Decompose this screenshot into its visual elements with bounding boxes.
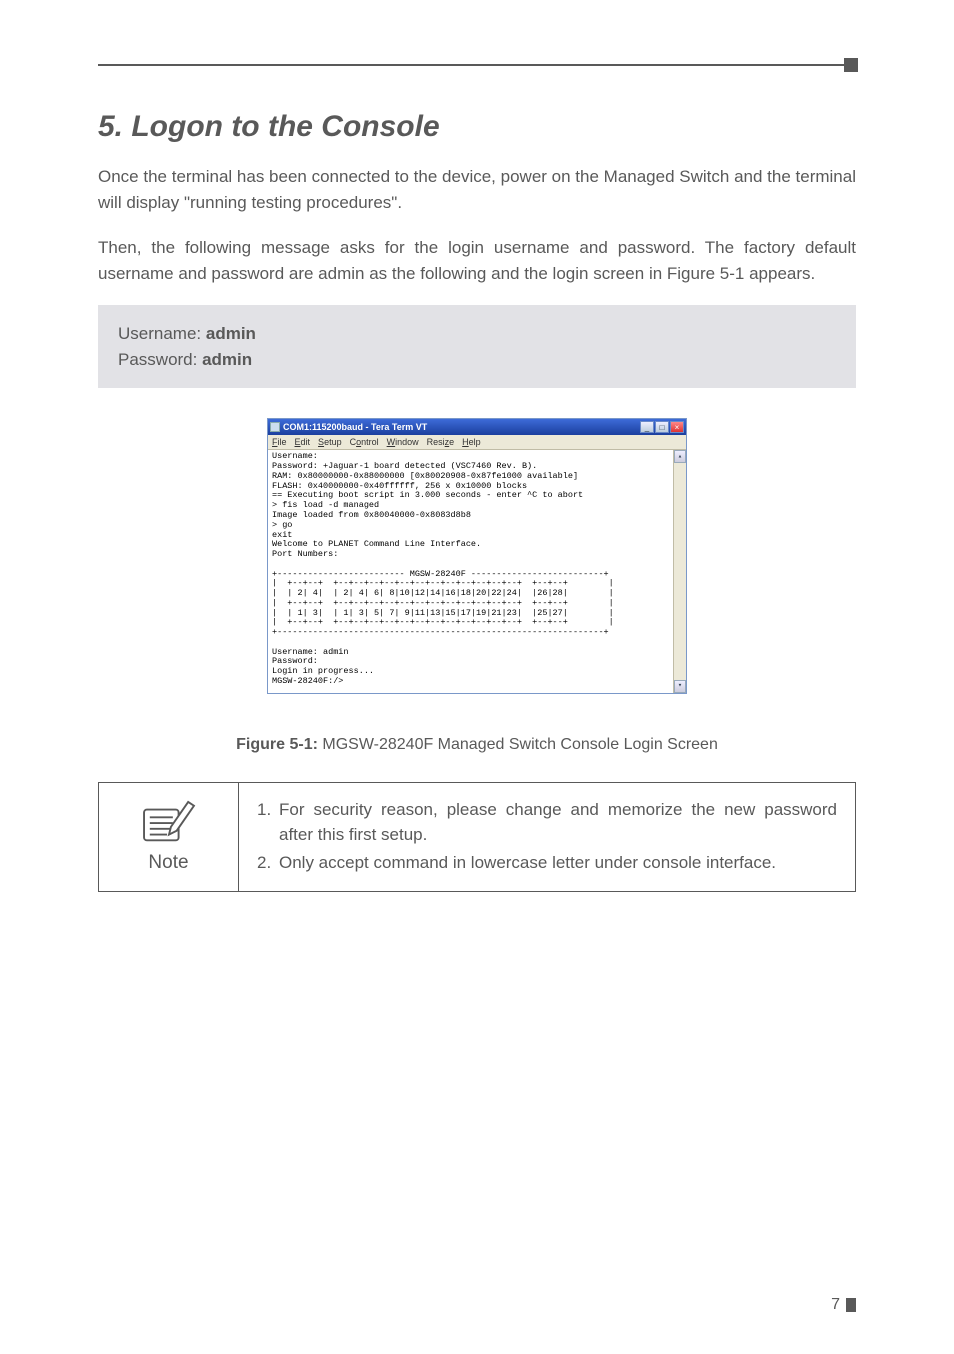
figure-caption: Figure 5-1: MGSW-28240F Managed Switch C… (98, 736, 856, 754)
paragraph-2: Then, the following message asks for the… (98, 235, 856, 288)
scroll-down-icon[interactable]: ▾ (674, 680, 686, 693)
scroll-up-icon[interactable]: ▴ (674, 450, 686, 463)
credentials-password-line: Password: admin (118, 347, 836, 373)
page-content: 5. Logon to the Console Once the termina… (0, 0, 954, 892)
caption-text: MGSW-28240F Managed Switch Console Login… (318, 736, 718, 753)
note-text-2: Only accept command in lowercase letter … (279, 850, 837, 876)
minimize-button[interactable]: _ (640, 421, 654, 433)
page-number-value: 7 (831, 1296, 840, 1314)
note-num-1: 1. (257, 797, 279, 848)
menu-window[interactable]: Window (387, 437, 419, 447)
credentials-box: Username: admin Password: admin (98, 305, 856, 388)
note-right-cell: 1. For security reason, please change an… (239, 783, 855, 892)
note-text-1: For security reason, please change and m… (279, 797, 837, 848)
username-label: Username: (118, 324, 206, 343)
note-icon (138, 800, 200, 848)
note-label: Note (148, 852, 188, 874)
menu-file[interactable]: File (272, 437, 287, 447)
figure-container: COM1:115200baud - Tera Term VT _ □ × Fil… (98, 418, 856, 693)
note-item-2: 2. Only accept command in lowercase lett… (257, 850, 837, 876)
scrollbar[interactable]: ▴ ▾ (673, 450, 686, 692)
menu-bar: File Edit Setup Control Window Resize He… (268, 435, 686, 450)
header-rule (98, 64, 856, 66)
note-item-1: 1. For security reason, please change an… (257, 797, 837, 848)
paragraph-1: Once the terminal has been connected to … (98, 164, 856, 217)
menu-help[interactable]: Help (462, 437, 481, 447)
page-number: 7 (831, 1296, 856, 1314)
note-box: Note 1. For security reason, please chan… (98, 782, 856, 893)
terminal-body: Username: Password: +Jaguar-1 board dete… (268, 450, 686, 692)
caption-label: Figure 5-1: (236, 736, 318, 753)
password-value: admin (202, 350, 252, 369)
terminal-titlebar: COM1:115200baud - Tera Term VT _ □ × (268, 419, 686, 435)
section-title: 5. Logon to the Console (98, 110, 856, 144)
maximize-button[interactable]: □ (655, 421, 669, 433)
terminal-text: Username: Password: +Jaguar-1 board dete… (272, 451, 614, 686)
close-button[interactable]: × (670, 421, 684, 433)
credentials-username-line: Username: admin (118, 321, 836, 347)
app-icon (270, 422, 280, 432)
titlebar-left: COM1:115200baud - Tera Term VT (270, 422, 427, 432)
terminal-window: COM1:115200baud - Tera Term VT _ □ × Fil… (267, 418, 687, 693)
username-value: admin (206, 324, 256, 343)
menu-control[interactable]: Control (350, 437, 379, 447)
menu-edit[interactable]: Edit (295, 437, 311, 447)
page-mark-icon (846, 1298, 856, 1312)
password-label: Password: (118, 350, 202, 369)
menu-setup[interactable]: Setup (318, 437, 342, 447)
note-left-cell: Note (99, 783, 239, 892)
note-num-2: 2. (257, 850, 279, 876)
menu-resize[interactable]: Resize (427, 437, 455, 447)
window-buttons: _ □ × (640, 421, 684, 433)
window-title: COM1:115200baud - Tera Term VT (283, 422, 427, 432)
